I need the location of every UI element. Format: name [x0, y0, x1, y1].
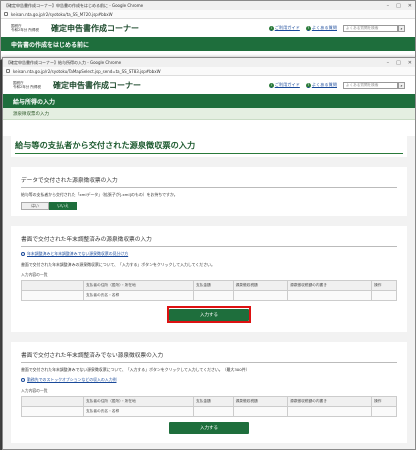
adjusted-entry-table: 支払者の住所（居所）・所在地 支払金額 源泉徴収税額 源泉徴収税額の内書き 操作… — [21, 280, 397, 301]
table-row: 支払者の氏名・名称 — [21, 290, 397, 301]
front-window-title: 【確定申告書作成コーナー】給与所得の入力 - Google Chrome — [6, 59, 122, 65]
close-icon[interactable]: ✕ — [408, 60, 412, 66]
table-header-row: 支払者の住所（居所）・所在地 支払金額 源泉徴収税額 源泉徴収税額の内書き 操作 — [21, 280, 397, 291]
front-green-bar: 給与所得の入力 — [3, 94, 415, 108]
xml-panel-question: 給与等の支払者から交付された「xmlデータ」（拡張子が[.xml]のもの）をお持… — [21, 192, 178, 197]
stock-option-link[interactable]: 勤務先でのストックオプションなどの収入の入力例 — [21, 377, 397, 383]
faq-link[interactable]: ? よくある質問 — [305, 25, 337, 31]
site-title: 確定申告書作成コーナー — [51, 23, 139, 33]
highlight-box: 入力する — [167, 306, 251, 323]
site-title: 確定申告書作成コーナー — [53, 80, 141, 90]
back-address-bar[interactable]: keisan.nta.go.jp/r2/syotoku/ta_SS_M720.j… — [1, 10, 415, 19]
table-header-row: 支払者の住所（居所）・所在地 支払金額 源泉徴収税額 源泉徴収税額の内書き 操作 — [21, 396, 397, 407]
page-content: 給与等の支払者から交付された源泉徴収票の入力 データで交付された源泉徴収票の入力… — [3, 136, 415, 449]
book-icon: i — [268, 82, 274, 88]
front-url[interactable]: keisan.nta.go.jp/r2/syotoku/TaMapSelect.… — [13, 69, 161, 74]
col-payer-name: 支払者の氏名・名称 — [83, 290, 194, 301]
col-withholding-inner: 源泉徴収税額の内書き — [287, 396, 373, 407]
front-address-bar[interactable]: keisan.nta.go.jp/r2/syotoku/TaMapSelect.… — [3, 67, 415, 76]
col-payer-name: 支払者の氏名・名称 — [83, 406, 194, 417]
yes-no-toggle: はい いいえ — [21, 202, 397, 210]
back-title-bar: 【確定申告書作成コーナー】申告書の作成をはじめる前に - Google Chro… — [1, 1, 415, 10]
question-icon: ? — [305, 25, 311, 31]
col-payment: 支払金額 — [192, 280, 234, 291]
book-icon: i — [268, 25, 274, 31]
maximize-icon[interactable]: □ — [396, 60, 401, 66]
back-green-bar: 申告書の作成をはじめる前に — [1, 37, 415, 51]
col-withholding: 源泉徴収税額 — [232, 280, 289, 291]
back-site-header: 国税庁 令和2年分 所得税 確定申告書作成コーナー i ご利用ガイド ? よくある質問… — [1, 19, 415, 37]
adjusted-table-label: 入力内容の一覧 — [21, 272, 48, 277]
adjusted-panel-heading: 書面で交付された年末調整済みの源泉徴収票の入力 — [21, 234, 397, 247]
info-icon — [21, 378, 25, 382]
col-operation: 操作 — [371, 280, 397, 291]
question-icon: ? — [305, 82, 311, 88]
year-label: 令和2年分 所得税 — [11, 28, 39, 32]
faq-link[interactable]: ? よくある質問 — [305, 82, 337, 88]
unadjusted-panel-text: 書面で交付された年末調整済みでない源泉徴収票について、「入力する」ボタンをクリッ… — [21, 367, 250, 372]
unadjusted-slip-panel: 書面で交付された年末調整済みでない源泉徴収票の入力 書面で交付された年末調整済み… — [11, 342, 407, 443]
distinguish-link[interactable]: 年末調整済みと年末調整済みでない源泉徴収票の見分け方 — [21, 251, 397, 257]
table-row: 支払者の氏名・名称 — [21, 406, 397, 417]
unadjusted-panel-heading: 書面で交付された年末調整済みでない源泉徴収票の入力 — [21, 350, 397, 363]
back-url[interactable]: keisan.nta.go.jp/r2/syotoku/ta_SS_M720.j… — [11, 12, 113, 17]
unadjusted-input-button[interactable]: 入力する — [169, 422, 249, 434]
front-site-header: 国税庁 令和2年分 所得税 確定申告書作成コーナー i ご利用ガイド ? よくある質問… — [3, 76, 415, 94]
close-icon[interactable]: ✕ — [408, 3, 412, 9]
guide-link[interactable]: i ご利用ガイド — [268, 82, 300, 88]
info-icon — [21, 252, 25, 256]
page-title: 給与等の支払者から交付された源泉徴収票の入力 — [15, 139, 403, 154]
maximize-icon[interactable]: □ — [396, 3, 401, 9]
lock-icon — [6, 69, 10, 73]
lock-icon — [4, 12, 8, 16]
minimize-icon[interactable]: – — [387, 3, 390, 9]
section-bar: 源泉徴収票の入力 — [3, 108, 415, 120]
year-label: 令和2年分 所得税 — [13, 85, 41, 89]
col-withholding: 源泉徴収税額 — [232, 396, 289, 407]
front-title-bar: 【確定申告書作成コーナー】給与所得の入力 - Google Chrome – □ ✕ — [3, 58, 415, 67]
col-payer-address: 支払者の住所（居所）・所在地 — [83, 396, 194, 407]
col-payment: 支払金額 — [192, 396, 234, 407]
search-icon[interactable]: ⌕ — [398, 81, 405, 89]
guide-link[interactable]: i ご利用ガイド — [268, 25, 300, 31]
unadjusted-entry-table: 支払者の住所（居所）・所在地 支払金額 源泉徴収税額 源泉徴収税額の内書き 操作… — [21, 396, 397, 417]
xml-data-panel: データで交付された源泉徴収票の入力 給与等の支払者から交付された「xmlデータ」… — [11, 167, 407, 216]
col-operation: 操作 — [371, 396, 397, 407]
search-icon[interactable]: ⌕ — [398, 24, 405, 32]
xml-panel-heading: データで交付された源泉徴収票の入力 — [21, 175, 397, 188]
back-browser-window: 【確定申告書作成コーナー】申告書の作成をはじめる前に - Google Chro… — [0, 0, 416, 60]
back-window-title: 【確定申告書作成コーナー】申告書の作成をはじめる前に - Google Chro… — [4, 2, 144, 8]
adjusted-panel-text: 書面で交付された年末調整済みの源泉徴収票について、「入力する」ボタンをクリックし… — [21, 262, 215, 267]
front-browser-window: 【確定申告書作成コーナー】給与所得の入力 - Google Chrome – □ ✕… — [2, 57, 416, 450]
adjusted-input-button[interactable]: 入力する — [169, 308, 249, 321]
col-payer-address: 支払者の住所（居所）・所在地 — [83, 280, 194, 291]
no-button[interactable]: いいえ — [49, 202, 77, 210]
col-withholding-inner: 源泉徴収税額の内書き — [287, 280, 373, 291]
adjusted-slip-panel: 書面で交付された年末調整済みの源泉徴収票の入力 年末調整済みと年末調整済みでない… — [11, 226, 407, 332]
yes-button[interactable]: はい — [21, 202, 49, 210]
search-input[interactable]: よくある質問を検索 — [343, 81, 398, 89]
search-input[interactable]: よくある質問を検索 — [343, 24, 398, 32]
minimize-icon[interactable]: – — [387, 60, 390, 66]
unadjusted-table-label: 入力内容の一覧 — [21, 388, 48, 393]
